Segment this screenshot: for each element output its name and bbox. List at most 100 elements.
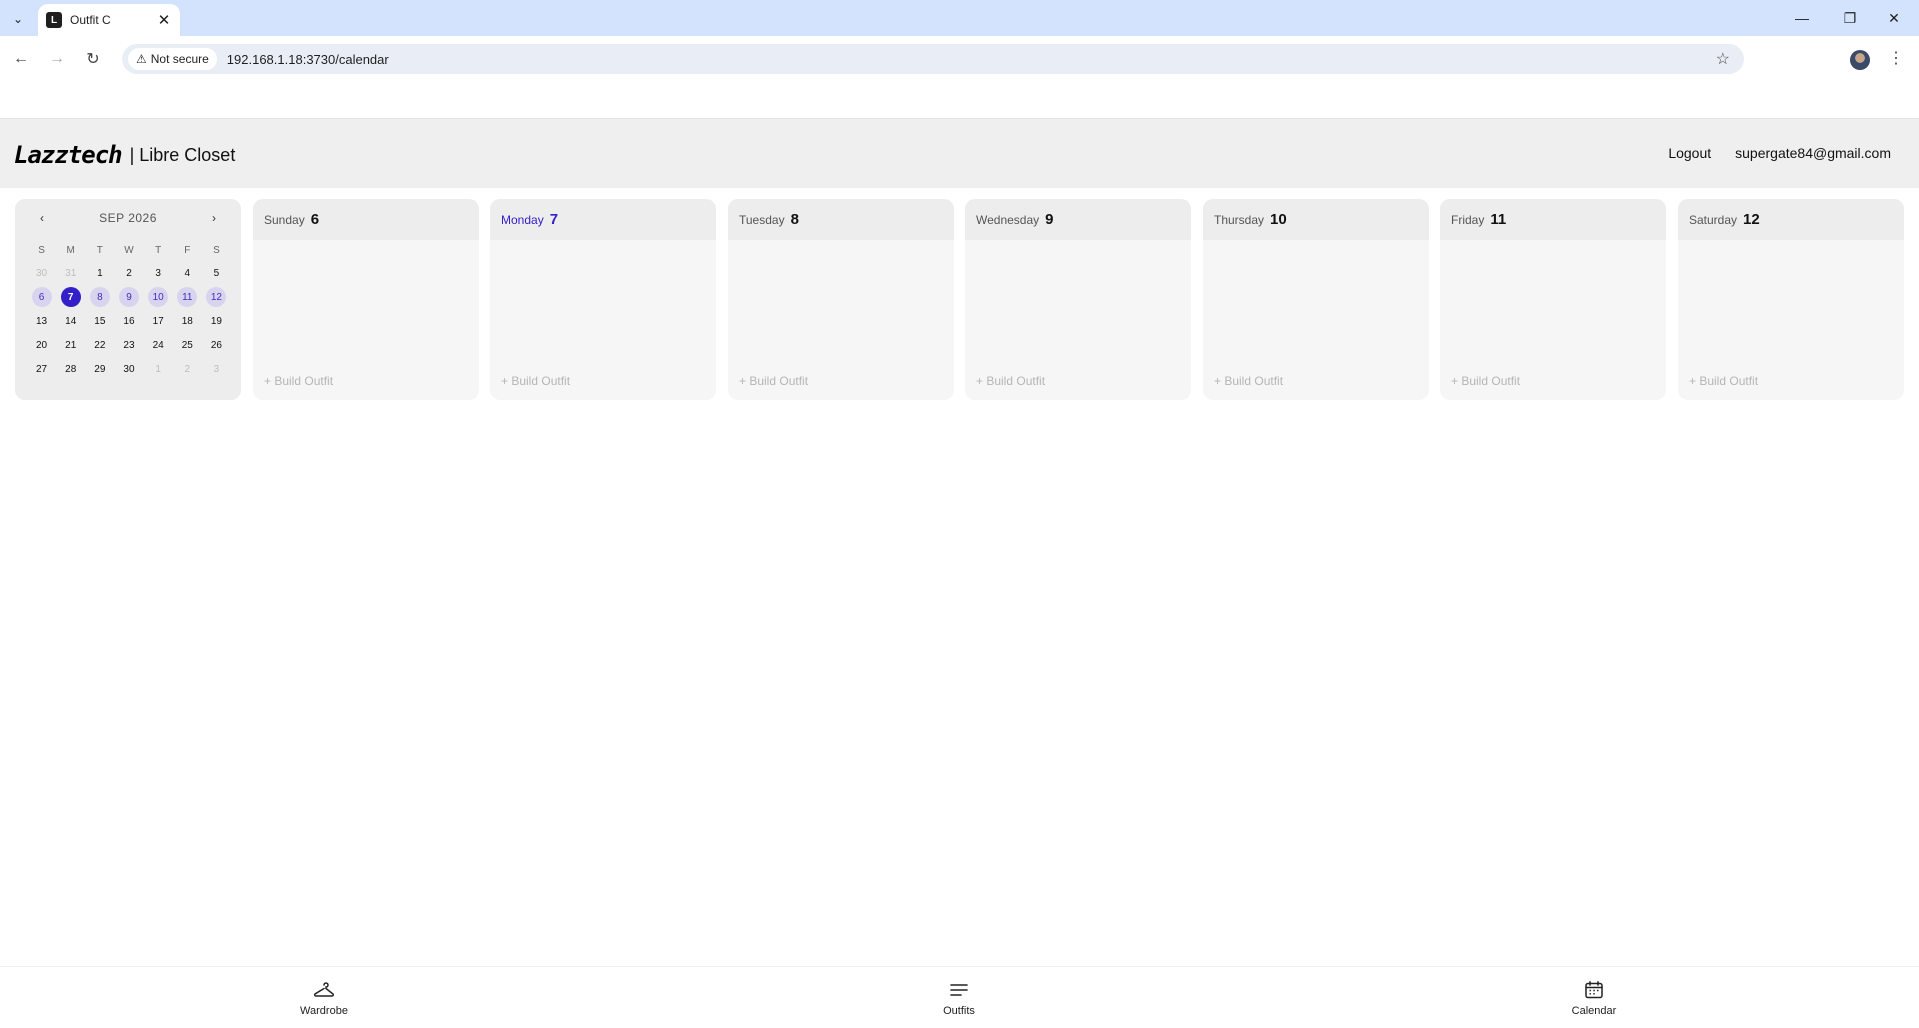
mini-calendar-day[interactable]: 2: [114, 263, 143, 283]
security-chip[interactable]: ⚠ Not secure: [128, 48, 217, 70]
address-bar[interactable]: ⚠ Not secure 192.168.1.18:3730/calendar …: [122, 44, 1744, 74]
tab-close-icon[interactable]: ✕: [156, 11, 172, 29]
day-name: Wednesday: [976, 212, 1040, 227]
mini-calendar-day[interactable]: 2: [173, 359, 202, 379]
day-number: 9: [1045, 211, 1054, 228]
day-number: 24: [152, 339, 164, 351]
nav-calendar[interactable]: Calendar: [1554, 979, 1634, 1017]
build-outfit-button[interactable]: + Build Outfit: [739, 374, 808, 388]
day-number: 21: [65, 339, 77, 351]
user-email[interactable]: supergate84@gmail.com: [1735, 145, 1891, 161]
tab-search-chevron-icon[interactable]: ⌄: [6, 8, 30, 30]
mini-calendar-day[interactable]: 23: [114, 335, 143, 355]
restore-icon[interactable]: ❐: [1828, 0, 1872, 36]
day-number: 28: [65, 363, 77, 375]
back-icon[interactable]: ←: [8, 46, 34, 72]
browser-tab[interactable]: L Outfit C ✕: [38, 4, 180, 36]
mini-calendar-day[interactable]: 3: [144, 263, 173, 283]
mini-calendar-day[interactable]: 30: [27, 263, 56, 283]
browser-tabstrip: ⌄ L Outfit C ✕ — ❐ ✕: [0, 0, 1919, 36]
nav-outfits[interactable]: Outfits: [919, 979, 999, 1017]
day-number: 23: [123, 339, 135, 351]
mini-calendar-day[interactable]: 25: [173, 335, 202, 355]
mini-calendar-grid: S M T W T F S 30 31 1 2 3 4 5 6 7 8 9 10 11 12 13 14 15 16 17 18 19…: [27, 241, 231, 379]
mini-calendar-day[interactable]: 31: [56, 263, 85, 283]
prev-month-button[interactable]: ‹: [35, 211, 49, 225]
mini-calendar-day[interactable]: 10: [144, 287, 173, 307]
day-number: 14: [65, 315, 77, 327]
day-number: 5: [213, 267, 220, 279]
mini-calendar-day[interactable]: 18: [173, 311, 202, 331]
mini-calendar-day[interactable]: 16: [114, 311, 143, 331]
day-number: 1: [155, 363, 161, 375]
mini-calendar-day[interactable]: 14: [56, 311, 85, 331]
mini-calendar-day[interactable]: 1: [85, 263, 114, 283]
mini-calendar-day[interactable]: 7: [56, 287, 85, 307]
mini-calendar-day[interactable]: 26: [202, 335, 231, 355]
logout-button[interactable]: Logout: [1668, 145, 1711, 161]
mini-calendar-day[interactable]: 6: [27, 287, 56, 307]
mini-calendar-day[interactable]: 15: [85, 311, 114, 331]
mini-calendar-day[interactable]: 27: [27, 359, 56, 379]
nav-label: Calendar: [1571, 1005, 1617, 1017]
day-column-saturday: Saturday 12 + Build Outfit: [1678, 199, 1904, 400]
day-number: 2: [184, 363, 191, 375]
build-outfit-button[interactable]: + Build Outfit: [976, 374, 1045, 388]
weekday-header: S: [38, 244, 45, 256]
mini-calendar-day[interactable]: 1: [144, 359, 173, 379]
nav-label: Outfits: [943, 1005, 975, 1017]
day-number: 12: [206, 287, 227, 307]
next-month-button[interactable]: ›: [207, 211, 221, 225]
mini-calendar-day[interactable]: 11: [173, 287, 202, 307]
mini-calendar-day[interactable]: 30: [114, 359, 143, 379]
day-number: 31: [65, 267, 77, 279]
url-text[interactable]: 192.168.1.18:3730/calendar: [227, 52, 389, 67]
build-outfit-button[interactable]: + Build Outfit: [1214, 374, 1283, 388]
profile-avatar[interactable]: [1850, 50, 1870, 70]
day-number: 8: [790, 211, 799, 228]
mini-calendar-day[interactable]: 4: [173, 263, 202, 283]
build-outfit-button[interactable]: + Build Outfit: [1689, 374, 1758, 388]
mini-calendar-day[interactable]: 24: [144, 335, 173, 355]
mini-calendar-day[interactable]: 13: [27, 311, 56, 331]
mini-calendar-day[interactable]: 22: [85, 335, 114, 355]
weekday-header: F: [184, 244, 191, 256]
window-close-icon[interactable]: ✕: [1872, 0, 1916, 36]
nav-wardrobe[interactable]: Wardrobe: [284, 979, 364, 1017]
mini-calendar-day[interactable]: 12: [202, 287, 231, 307]
mini-calendar-day[interactable]: 21: [56, 335, 85, 355]
mini-calendar-day[interactable]: 29: [85, 359, 114, 379]
forward-icon[interactable]: →: [44, 46, 70, 72]
bookmark-star-icon[interactable]: ☆: [1716, 49, 1730, 69]
day-number: 3: [213, 363, 220, 375]
tab-title: Outfit C: [70, 13, 111, 27]
reload-icon[interactable]: ↻: [80, 46, 106, 72]
day-name: Monday: [501, 212, 544, 227]
day-header: Monday 7: [490, 199, 716, 240]
day-number: 16: [123, 315, 135, 327]
month-label: SEP 2026: [99, 211, 157, 225]
mini-calendar-day[interactable]: 28: [56, 359, 85, 379]
security-label: Not secure: [150, 52, 209, 66]
day-number: 20: [36, 339, 48, 351]
day-number: 11: [1490, 211, 1507, 228]
browser-menu-icon[interactable]: ⋮: [1888, 48, 1904, 68]
mini-calendar-day[interactable]: 17: [144, 311, 173, 331]
day-number: 8: [89, 287, 110, 307]
mini-calendar-day[interactable]: 9: [114, 287, 143, 307]
build-outfit-button[interactable]: + Build Outfit: [1451, 374, 1520, 388]
mini-calendar-day[interactable]: 8: [85, 287, 114, 307]
minimize-icon[interactable]: —: [1780, 0, 1824, 36]
mini-calendar-day[interactable]: 5: [202, 263, 231, 283]
day-column-thursday: Thursday 10 + Build Outfit: [1203, 199, 1429, 400]
build-outfit-button[interactable]: + Build Outfit: [264, 374, 333, 388]
mini-calendar-header: ‹ SEP 2026 ›: [15, 211, 241, 225]
weekday-header: T: [96, 244, 103, 256]
mini-calendar-day[interactable]: 20: [27, 335, 56, 355]
day-number: 27: [36, 363, 48, 375]
brand[interactable]: Lazztech | Libre Closet: [14, 141, 235, 169]
app-header: Lazztech | Libre Closet Logout supergate…: [0, 118, 1919, 188]
build-outfit-button[interactable]: + Build Outfit: [501, 374, 570, 388]
mini-calendar-day[interactable]: 3: [202, 359, 231, 379]
mini-calendar-day[interactable]: 19: [202, 311, 231, 331]
